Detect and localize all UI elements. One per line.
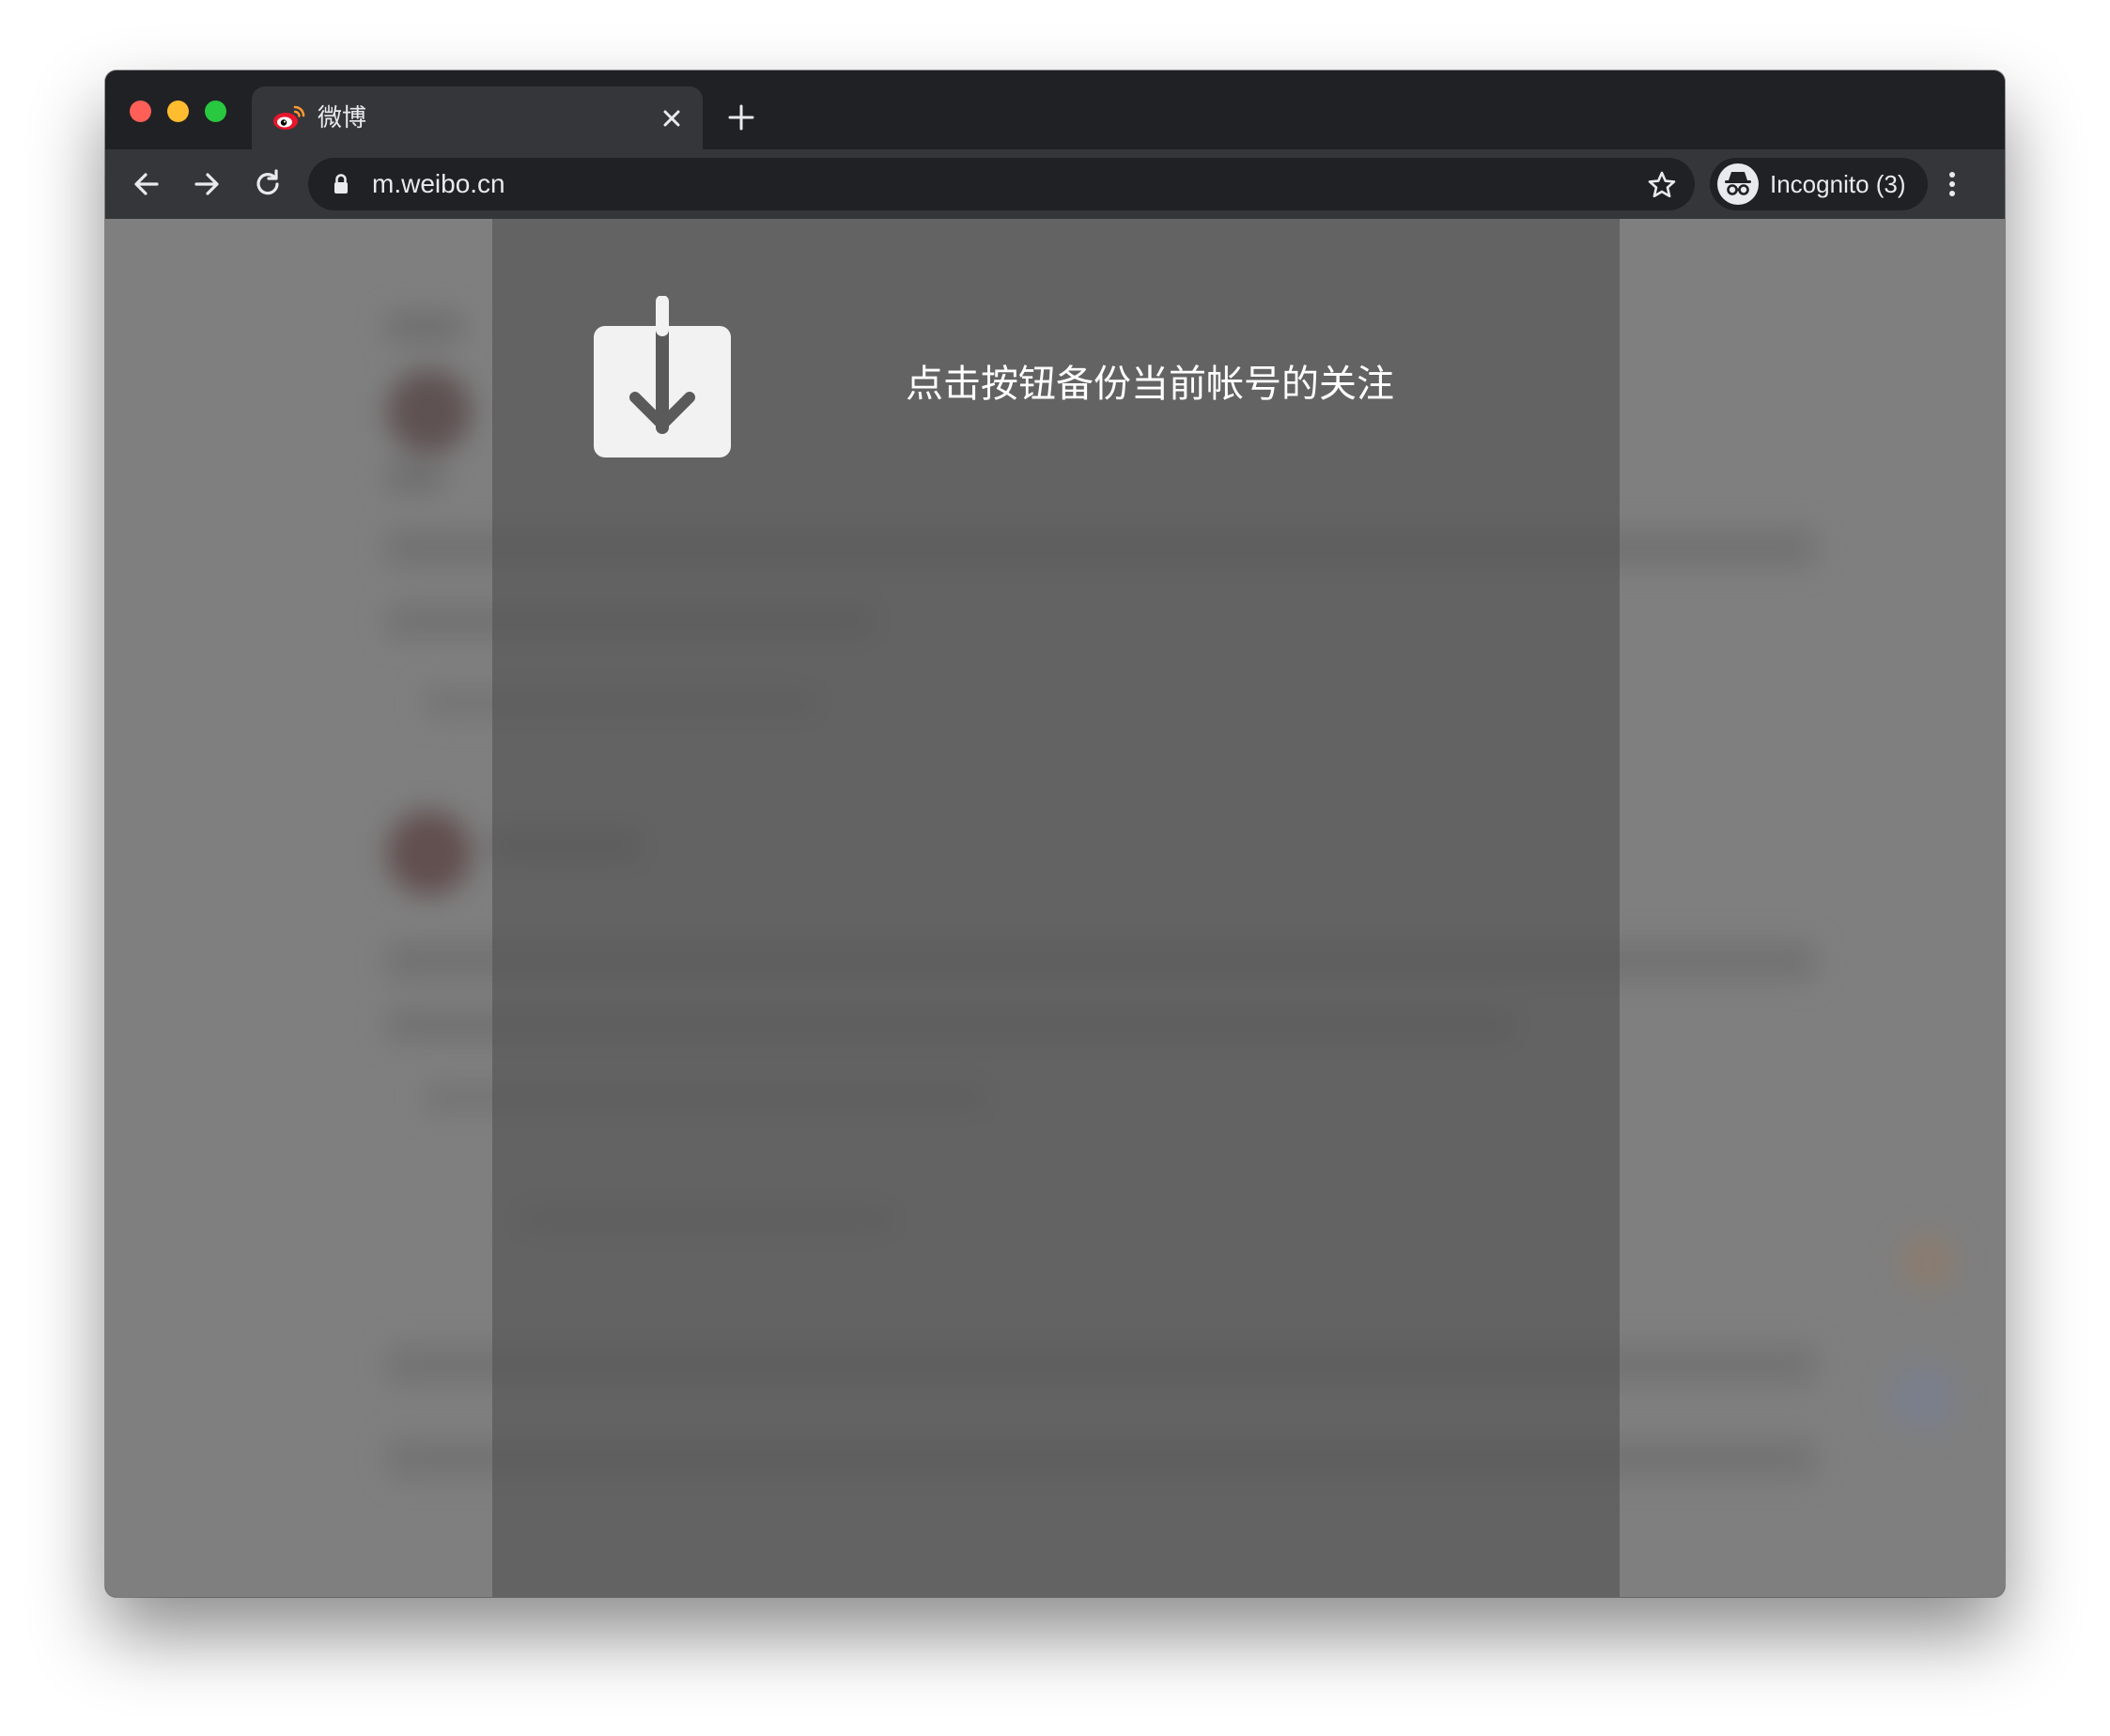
list-item [387, 313, 462, 341]
avatar [1890, 1365, 1956, 1431]
browser-toolbar: m.weibo.cn Incognito (3) [105, 149, 2005, 219]
arrow-left-icon[interactable] [128, 165, 165, 203]
tab-weibo[interactable]: 微博 [252, 86, 703, 149]
lock-icon[interactable] [333, 173, 349, 195]
close-icon[interactable] [658, 104, 686, 132]
more-vert-icon[interactable] [1943, 165, 1962, 203]
reload-icon[interactable] [249, 165, 287, 203]
minimize-window-button[interactable] [167, 101, 189, 122]
avatar [387, 369, 472, 454]
backup-download-button[interactable] [592, 296, 733, 459]
incognito-icon [1725, 172, 1751, 195]
close-window-button[interactable] [130, 101, 151, 122]
incognito-profile-button[interactable]: Incognito (3) [1710, 158, 1928, 210]
address-bar[interactable]: m.weibo.cn [308, 158, 1695, 210]
tab-title: 微博 [318, 103, 367, 132]
browser-window: 微博 m.weibo.cn Incognito (3) 点击按钮备份当前帐号的关… [105, 70, 2005, 1597]
arrow-right-icon[interactable] [188, 165, 225, 203]
backup-prompt-text: 点击按钮备份当前帐号的关注 [906, 364, 1394, 405]
zoom-window-button[interactable] [205, 101, 226, 122]
plus-icon[interactable] [725, 101, 757, 133]
avatar [387, 811, 472, 895]
url-text[interactable]: m.weibo.cn [372, 167, 505, 201]
avatar [1900, 1233, 1956, 1290]
list-item [387, 463, 443, 491]
tab-strip: 微博 [105, 70, 2005, 149]
incognito-label: Incognito (3) [1770, 170, 1906, 198]
incognito-avatar [1717, 163, 1759, 205]
page-content: 点击按钮备份当前帐号的关注 [105, 219, 2005, 1597]
star-icon[interactable] [1646, 169, 1678, 201]
weibo-logo-icon [273, 105, 305, 130]
